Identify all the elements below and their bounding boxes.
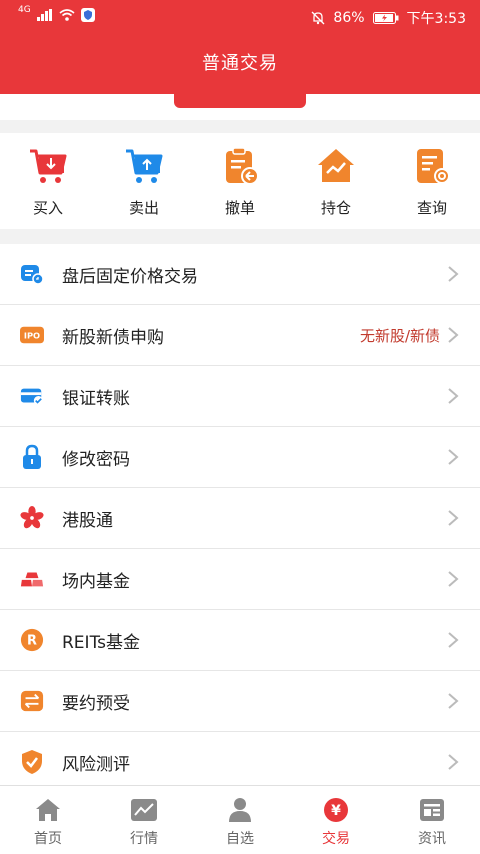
menu-item-reits[interactable]: R REITs基金 [0,610,480,671]
menu-item-label: 修改密码 [62,449,130,470]
header-tab-indicator [174,94,306,108]
status-time: 下午3:53 [406,11,466,27]
menu-item-label: 风险测评 [62,754,130,775]
tab-market[interactable]: 行情 [96,786,192,854]
lock-icon [20,444,44,469]
swap-icon [20,689,44,713]
menu-item-label: REITs基金 [62,632,140,653]
chevron-right-icon [448,754,459,770]
bauhinia-icon [20,506,44,530]
reits-icon: R [20,628,44,652]
menu-item-label: 场内基金 [62,571,130,592]
quick-action-label: 卖出 [128,199,159,217]
tab-news[interactable]: 资讯 [384,786,480,854]
quick-action-label: 查询 [416,199,447,217]
shield-check-icon [20,750,44,774]
cart-down-icon [27,145,69,187]
quick-action-buy[interactable]: 买入 [0,133,96,229]
tab-label: 自选 [226,831,254,847]
chevron-right-icon [448,449,459,465]
bottom-tab-bar: 首页 行情 自选 ¥ 交易 资讯 [0,785,480,854]
quick-action-label: 买入 [32,199,63,217]
menu-item-hk-connect[interactable]: 港股通 [0,488,480,549]
status-right: 86% 下午3:53 [311,8,466,28]
menu-item-tender-offer[interactable]: 要约预受 [0,671,480,732]
tab-watchlist[interactable]: 自选 [192,786,288,854]
tab-label: 资讯 [418,831,446,847]
menu-item-label: 港股通 [62,510,113,531]
chart-line-icon [130,796,158,824]
page-title: 普通交易 [202,53,278,74]
menu-item-label: 新股新债申购 [62,327,164,348]
quick-action-label: 持仓 [320,199,351,217]
chevron-right-icon [448,632,459,648]
bank-card-transfer-icon [20,384,44,408]
cart-up-icon [123,145,165,187]
battery-percent: 86% [333,10,365,26]
gold-bars-icon [20,567,44,591]
ipo-icon: IPO [20,323,44,347]
svg-text:IPO: IPO [24,331,40,341]
quick-action-label: 撤单 [224,199,255,217]
quick-action-cancel[interactable]: 撤单 [192,133,288,229]
menu-item-label: 盘后固定价格交易 [62,266,198,287]
svg-text:¥: ¥ [331,803,341,819]
chevron-right-icon [448,327,459,343]
tab-label: 首页 [34,831,62,847]
person-icon [226,796,254,824]
signal-icon [36,9,52,21]
chevron-right-icon [448,266,459,282]
bell-off-icon [311,11,325,25]
chevron-right-icon [448,388,459,404]
status-left: 4G [18,5,95,22]
after-hours-icon [20,262,44,286]
tab-trade[interactable]: ¥ 交易 [288,786,384,854]
chevron-right-icon [448,571,459,587]
trade-menu-list: 盘后固定价格交易 IPO 新股新债申购 无新股/新债 银证转账 修改密码 港股通… [0,244,480,793]
quick-action-query[interactable]: 查询 [384,133,480,229]
ipo-status-value: 无新股/新债 [359,326,440,345]
quick-action-sell[interactable]: 卖出 [96,133,192,229]
menu-item-label: 银证转账 [62,388,130,409]
network-label: 4G [18,5,31,15]
yen-circle-icon: ¥ [322,796,350,824]
wifi-icon [59,9,75,21]
tab-label: 行情 [130,831,158,847]
menu-item-after-hours[interactable]: 盘后固定价格交易 [0,244,480,305]
status-bar: 4G 86% 下午3:53 [0,0,480,34]
battery-icon [372,12,399,24]
quick-action-positions[interactable]: 持仓 [288,133,384,229]
tab-home[interactable]: 首页 [0,786,96,854]
doc-search-icon [411,145,453,187]
app-header: 普通交易 [0,34,480,94]
chevron-right-icon [448,693,459,709]
menu-item-ipo[interactable]: IPO 新股新债申购 无新股/新债 [0,305,480,366]
tab-label: 交易 [322,831,350,847]
news-icon [418,796,446,824]
clipboard-undo-icon [219,145,261,187]
menu-item-bank-transfer[interactable]: 银证转账 [0,366,480,427]
menu-item-risk-assessment[interactable]: 风险测评 [0,732,480,793]
menu-item-label: 要约预受 [62,693,130,714]
quick-actions: 买入 卖出 撤单 持仓 查询 [0,133,480,229]
home-icon [34,796,62,824]
chevron-right-icon [448,510,459,526]
svg-text:R: R [27,634,37,649]
menu-item-change-password[interactable]: 修改密码 [0,427,480,488]
menu-item-exchange-fund[interactable]: 场内基金 [0,549,480,610]
shield-app-icon [80,8,95,22]
house-chart-icon [315,145,357,187]
